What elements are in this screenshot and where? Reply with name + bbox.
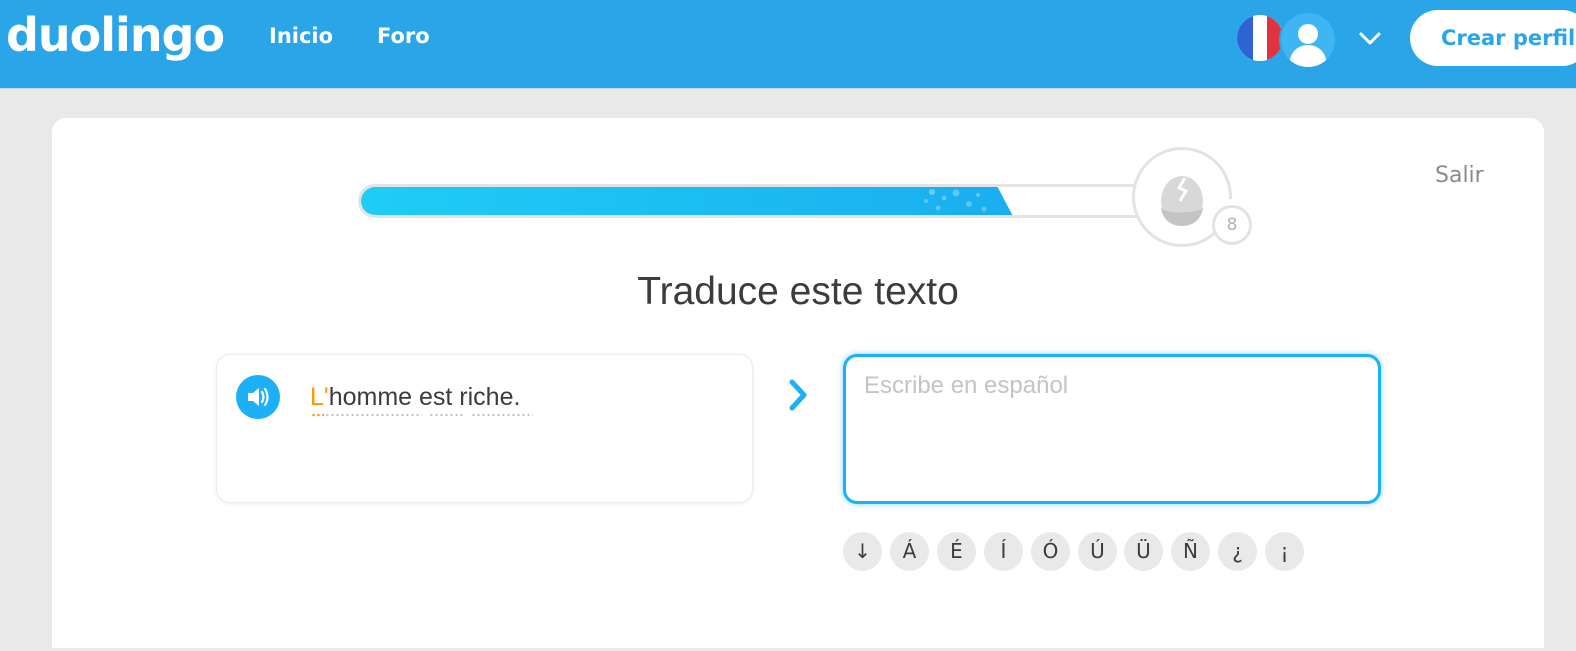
progress-bar	[358, 184, 1158, 218]
char-key[interactable]: Ñ	[1171, 532, 1210, 571]
nav-foro[interactable]: Foro	[377, 24, 430, 48]
progress-fill	[361, 187, 1014, 215]
answer-input[interactable]	[843, 354, 1381, 504]
char-key[interactable]: Ú	[1078, 532, 1117, 571]
prompt-highlight[interactable]: L'	[310, 383, 329, 411]
avatar-icon[interactable]	[1279, 11, 1337, 69]
char-key[interactable]: ↓	[843, 532, 882, 571]
hint-underline	[429, 413, 463, 417]
progress-sparkle	[924, 189, 987, 212]
create-profile-button[interactable]: Crear perfil	[1410, 10, 1576, 66]
char-key[interactable]: ¡	[1265, 532, 1304, 571]
char-key[interactable]: Á	[890, 532, 929, 571]
egg-count-badge: 8	[1212, 205, 1252, 245]
flag-french-icon[interactable]	[1237, 15, 1283, 61]
char-key[interactable]: Í	[984, 532, 1023, 571]
nav-inicio[interactable]: Inicio	[269, 24, 333, 48]
lesson-card: Salir 8 Traduce este texto L'homme est r…	[52, 118, 1544, 648]
char-key[interactable]: Ó	[1031, 532, 1070, 571]
top-bar: duolingo Inicio Foro Crear perfil	[0, 0, 1576, 88]
duolingo-logo[interactable]: duolingo	[6, 8, 225, 62]
arrow-right-icon	[785, 377, 811, 413]
hint-underline	[325, 413, 422, 417]
exercise-title: Traduce este texto	[637, 270, 959, 313]
char-key[interactable]: Ü	[1124, 532, 1163, 571]
speaker-icon	[248, 387, 269, 407]
prompt-rest[interactable]: homme est riche.	[329, 383, 521, 411]
hint-underline	[471, 413, 533, 417]
exit-button[interactable]: Salir	[1435, 163, 1484, 188]
prompt-box: L'homme est riche.	[216, 354, 753, 503]
prompt-sentence[interactable]: L'homme est riche.	[310, 383, 520, 412]
chevron-down-icon[interactable]	[1356, 24, 1384, 52]
char-key[interactable]: É	[937, 532, 976, 571]
hint-underline	[311, 413, 324, 417]
speaker-button[interactable]	[236, 375, 280, 419]
char-key[interactable]: ¿	[1218, 532, 1257, 571]
